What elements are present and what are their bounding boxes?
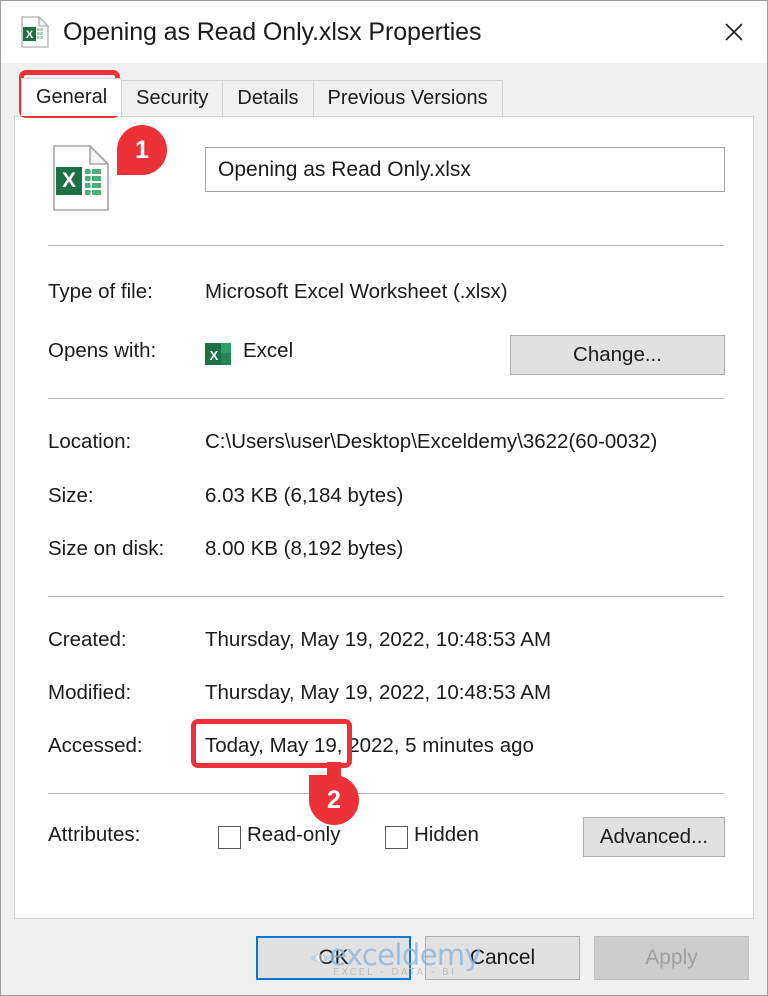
filename-input[interactable]: Opening as Read Only.xlsx <box>205 147 725 192</box>
label-created: Created: <box>48 628 127 651</box>
properties-dialog: X Opening as Read Only.xlsx Properties G… <box>0 0 768 996</box>
excel-document-icon: X <box>53 144 110 211</box>
label-location: Location: <box>48 430 132 453</box>
tab-details[interactable]: Details <box>222 80 314 116</box>
title-bar: X Opening as Read Only.xlsx Properties <box>1 1 767 63</box>
row-accessed: Accessed: Today, May 19, 2022, 5 minutes… <box>15 734 753 764</box>
row-location: Location: C:\Users\user\Desktop\Exceldem… <box>15 430 753 460</box>
row-size: Size: 6.03 KB (6,184 bytes) <box>15 484 753 514</box>
ok-button[interactable]: OK <box>256 936 411 980</box>
value-size: 6.03 KB (6,184 bytes) <box>205 484 404 507</box>
label-accessed: Accessed: <box>48 734 143 757</box>
svg-text:X: X <box>62 169 76 192</box>
change-button[interactable]: Change... <box>510 335 725 375</box>
divider-4 <box>48 793 724 794</box>
row-modified: Modified: Thursday, May 19, 2022, 10:48:… <box>15 681 753 711</box>
value-created: Thursday, May 19, 2022, 10:48:53 AM <box>205 628 552 651</box>
row-type-of-file: Type of file: Microsoft Excel Worksheet … <box>15 280 753 310</box>
window-title: Opening as Read Only.xlsx Properties <box>63 17 482 46</box>
label-opens-with: Opens with: <box>48 339 157 362</box>
tab-previous-versions[interactable]: Previous Versions <box>312 80 503 116</box>
value-type-of-file: Microsoft Excel Worksheet (.xlsx) <box>205 280 508 303</box>
hidden-checkbox[interactable] <box>385 826 408 849</box>
divider-2 <box>48 398 724 399</box>
label-size-on-disk: Size on disk: <box>48 537 165 560</box>
row-size-on-disk: Size on disk: 8.00 KB (8,192 bytes) <box>15 537 753 567</box>
tab-security[interactable]: Security <box>121 80 224 116</box>
value-accessed: Today, May 19, 2022, 5 minutes ago <box>205 734 534 757</box>
tab-strip: General Security Details Previous Versio… <box>1 63 767 116</box>
excel-app-icon: X <box>205 341 231 367</box>
dialog-footer: OK Cancel Apply <box>1 919 767 995</box>
advanced-button[interactable]: Advanced... <box>583 817 725 857</box>
read-only-label[interactable]: Read-only <box>247 823 340 847</box>
label-modified: Modified: <box>48 681 132 704</box>
value-location: C:\Users\user\Desktop\Exceldemy\3622(60-… <box>205 430 658 453</box>
file-header-row: X Opening as Read Only.xlsx <box>15 139 753 211</box>
svg-text:X: X <box>210 348 219 363</box>
divider-3 <box>48 596 724 597</box>
tab-general[interactable]: General <box>21 78 123 116</box>
svg-text:X: X <box>26 29 34 41</box>
value-opens-with: Excel <box>243 339 294 362</box>
label-type-of-file: Type of file: <box>48 280 153 303</box>
general-tab-panel: X Opening as Read Only.xlsx Type of file… <box>14 116 754 919</box>
read-only-checkbox[interactable] <box>218 826 241 849</box>
value-modified: Thursday, May 19, 2022, 10:48:53 AM <box>205 681 552 704</box>
row-created: Created: Thursday, May 19, 2022, 10:48:5… <box>15 628 753 658</box>
hidden-label[interactable]: Hidden <box>414 823 479 847</box>
divider-1 <box>48 245 724 246</box>
apply-button: Apply <box>594 936 749 980</box>
cancel-button[interactable]: Cancel <box>425 936 580 980</box>
close-icon[interactable] <box>701 1 767 63</box>
label-size: Size: <box>48 484 94 507</box>
excel-file-icon: X <box>21 15 50 48</box>
value-size-on-disk: 8.00 KB (8,192 bytes) <box>205 537 404 560</box>
